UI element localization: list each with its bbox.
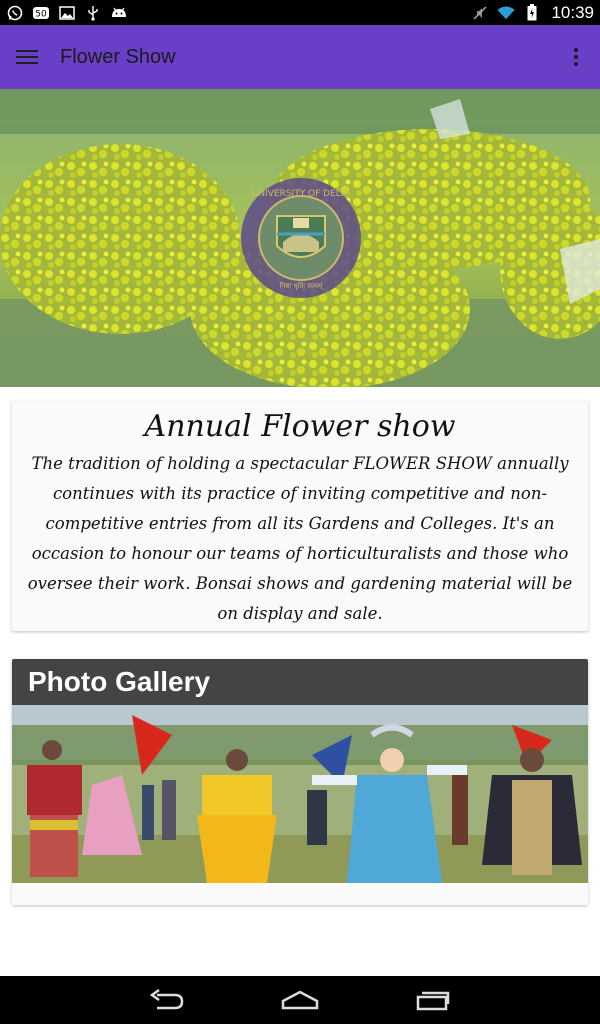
app-bar: Flower Show xyxy=(0,25,600,89)
svg-text:50: 50 xyxy=(35,9,47,19)
battery-icon xyxy=(523,4,541,21)
image-icon xyxy=(58,5,76,21)
clock: 10:39 xyxy=(551,2,594,22)
status-bar: 50 10:39 xyxy=(0,0,600,25)
app-title: Flower Show xyxy=(60,45,176,68)
system-icons: 10:39 xyxy=(471,3,594,23)
android-icon xyxy=(110,5,128,21)
usb-icon xyxy=(84,5,102,21)
back-icon[interactable] xyxy=(143,980,191,1020)
menu-icon[interactable] xyxy=(16,45,40,69)
navigation-bar xyxy=(0,976,600,1024)
emblem-text-bottom: निष्ठा धृतिः सत्यम् xyxy=(280,281,324,290)
university-emblem: UNIVERSITY OF DELHI निष्ठा धृतिः सत्यम् xyxy=(241,178,361,298)
photo-gallery-card[interactable]: Photo Gallery xyxy=(12,659,588,905)
about-body: The tradition of holding a spectacular F… xyxy=(27,454,573,623)
notification-icons: 50 xyxy=(6,5,128,21)
recents-icon[interactable] xyxy=(409,980,457,1020)
wifi-icon xyxy=(497,5,516,21)
about-card: Annual Flower show The tradition of hold… xyxy=(12,401,588,631)
overflow-menu-icon[interactable] xyxy=(564,41,588,73)
gallery-header: Photo Gallery xyxy=(12,659,588,705)
sync-badge-icon: 50 xyxy=(32,5,50,21)
gallery-photo[interactable] xyxy=(12,705,588,883)
mute-icon xyxy=(471,5,489,21)
home-icon[interactable] xyxy=(276,980,324,1020)
whatsapp-icon xyxy=(6,5,24,21)
hero-image: UNIVERSITY OF DELHI निष्ठा धृतिः सत्यम् xyxy=(0,89,600,387)
emblem-text-top: UNIVERSITY OF DELHI xyxy=(252,189,350,199)
about-title: Annual Flower show xyxy=(144,409,456,444)
